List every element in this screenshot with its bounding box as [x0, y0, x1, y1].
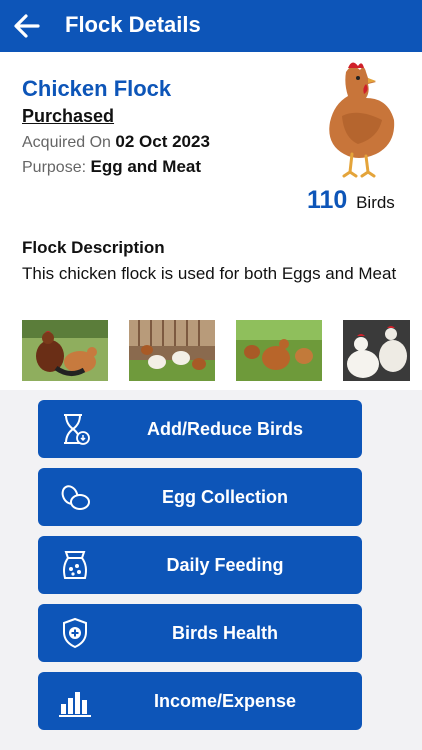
birds-health-button[interactable]: Birds Health	[38, 604, 362, 662]
egg-collection-button[interactable]: Egg Collection	[38, 468, 362, 526]
rooster-and-hen-photo[interactable]	[22, 320, 108, 381]
bar-chart-icon	[59, 692, 91, 717]
flock-name: Chicken Flock	[22, 76, 172, 101]
daily-feeding-label: Daily Feeding	[166, 555, 284, 575]
purpose-row: Purpose: Egg and Meat	[22, 157, 201, 177]
egg-collection-label: Egg Collection	[162, 487, 288, 507]
purpose-label: Purpose:	[22, 159, 87, 176]
income-expense-button[interactable]: Income/Expense	[38, 672, 362, 730]
page-title: Flock Details	[65, 12, 201, 37]
income-expense-label: Income/Expense	[153, 691, 297, 711]
birds-health-label: Birds Health	[171, 623, 279, 643]
hourglass-icon	[64, 414, 90, 445]
acquired-label: Acquired On	[22, 134, 111, 151]
bird-count-value: 110	[307, 186, 348, 214]
daily-feeding-button[interactable]: Daily Feeding	[38, 536, 362, 594]
flock-info-card: Chicken Flock Purchased Acquired On 02 O…	[0, 52, 422, 390]
flock-type: Purchased	[22, 106, 115, 126]
hens-on-grass-photo[interactable]	[236, 320, 322, 381]
bird-count-unit: Birds	[356, 193, 395, 212]
bird-count: 110 Birds	[307, 186, 395, 215]
description-text: This chicken flock is used for both Eggs…	[22, 264, 397, 283]
app-header: Flock Details	[0, 0, 422, 52]
shield-plus-icon	[63, 617, 87, 649]
eggs-icon	[61, 485, 90, 510]
arrow-left-icon	[14, 14, 40, 38]
chicken-image	[329, 62, 395, 178]
description-title: Flock Description	[22, 238, 165, 257]
purpose-value: Egg and Meat	[90, 157, 202, 176]
white-hens-photo[interactable]	[343, 320, 410, 381]
acquired-value: 02 Oct 2023	[115, 132, 210, 151]
chickens-in-yard-photo[interactable]	[129, 320, 215, 381]
back-button[interactable]	[12, 12, 42, 40]
feed-bag-icon	[63, 551, 87, 579]
add-reduce-birds-label: Add/Reduce Birds	[146, 419, 304, 439]
add-reduce-birds-button[interactable]: Add/Reduce Birds	[38, 400, 362, 458]
acquired-row: Acquired On 02 Oct 2023	[22, 132, 210, 152]
